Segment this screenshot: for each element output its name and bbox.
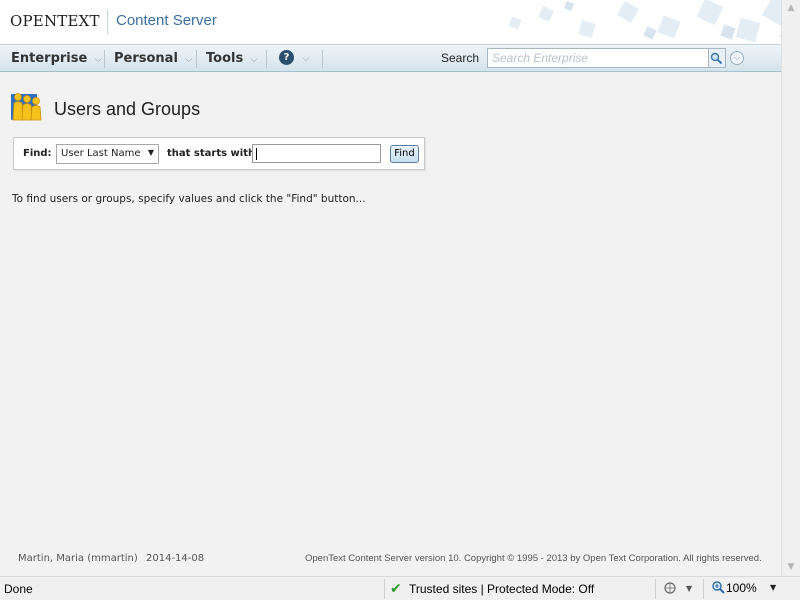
footer-date: 2014-14-08 xyxy=(146,553,205,564)
page-title: Users and Groups xyxy=(54,99,201,119)
find-panel: Find: User Last Name ▼ that starts with … xyxy=(13,137,425,170)
search-icon xyxy=(710,52,723,65)
zoom-icon[interactable] xyxy=(711,580,725,594)
nav-enterprise-menu[interactable]: Enterprise ⌵ xyxy=(11,51,102,66)
nav-personal-menu[interactable]: Personal ⌵ xyxy=(114,51,193,66)
search-input[interactable]: Search Enterprise xyxy=(487,48,709,68)
search-label: Search xyxy=(441,51,480,65)
logo-divider xyxy=(107,10,108,34)
find-label: Find: xyxy=(23,148,52,159)
nav-divider xyxy=(104,50,105,68)
search-options-icon[interactable]: ⌵ xyxy=(730,51,744,65)
checkmark-icon: ✔ xyxy=(390,581,402,597)
footer-user: Martin, Maria (mmartin) xyxy=(18,553,138,564)
chevron-down-icon: ⌵ xyxy=(184,54,193,65)
nav-divider xyxy=(266,50,267,68)
users-groups-icon xyxy=(11,93,42,121)
find-button[interactable]: Find xyxy=(390,145,419,163)
dropdown-arrow-icon: ▼ xyxy=(147,148,154,157)
search-button[interactable] xyxy=(709,48,726,68)
chevron-down-icon: ⌵ xyxy=(250,54,258,65)
status-divider xyxy=(384,579,385,599)
globe-gear-icon xyxy=(664,582,676,594)
app-header: OPENTEXT Content Server xyxy=(0,0,800,44)
footer-copyright: OpenText Content Server version 10. Copy… xyxy=(305,553,762,564)
find-text-input[interactable] xyxy=(252,144,381,163)
chevron-down-icon[interactable]: ▼ xyxy=(770,583,776,592)
product-name: Content Server xyxy=(116,12,217,29)
starts-with-label: that starts with xyxy=(167,148,256,159)
compatibility-icon[interactable] xyxy=(663,581,679,598)
text-caret xyxy=(256,148,257,160)
chevron-down-icon: ⌵ xyxy=(94,54,102,65)
chevron-down-icon[interactable]: ⌵ xyxy=(302,53,310,64)
main-nav: Enterprise ⌵ Personal ⌵ Tools ⌵ ? ⌵ Search … xyxy=(0,44,781,72)
nav-tools-label: Tools xyxy=(206,51,244,66)
nav-divider xyxy=(322,50,323,68)
find-field-value: User Last Name xyxy=(61,148,141,159)
nav-tools-menu[interactable]: Tools ⌵ xyxy=(206,51,258,66)
header-decoration xyxy=(508,0,799,43)
status-divider xyxy=(703,579,704,599)
status-text: Done xyxy=(4,582,33,596)
browser-status-bar: Done ✔ Trusted sites | Protected Mode: O… xyxy=(0,576,800,600)
vertical-scrollbar[interactable]: ▲ ▼ xyxy=(781,0,800,576)
scroll-up-icon[interactable]: ▲ xyxy=(782,0,800,17)
help-icon[interactable]: ? xyxy=(279,50,294,65)
instruction-text: To find users or groups, specify values … xyxy=(12,193,366,205)
security-zone-text: Trusted sites | Protected Mode: Off xyxy=(409,582,595,596)
find-field-select[interactable]: User Last Name ▼ xyxy=(56,144,159,164)
status-divider xyxy=(655,579,656,599)
nav-enterprise-label: Enterprise xyxy=(11,51,88,66)
chevron-down-icon[interactable]: ▼ xyxy=(686,584,692,593)
nav-personal-label: Personal xyxy=(114,51,178,66)
zoom-level[interactable]: 100% xyxy=(726,581,757,595)
opentext-logo: OPENTEXT xyxy=(10,12,100,30)
nav-divider xyxy=(196,50,197,68)
scroll-down-icon[interactable]: ▼ xyxy=(782,559,800,576)
